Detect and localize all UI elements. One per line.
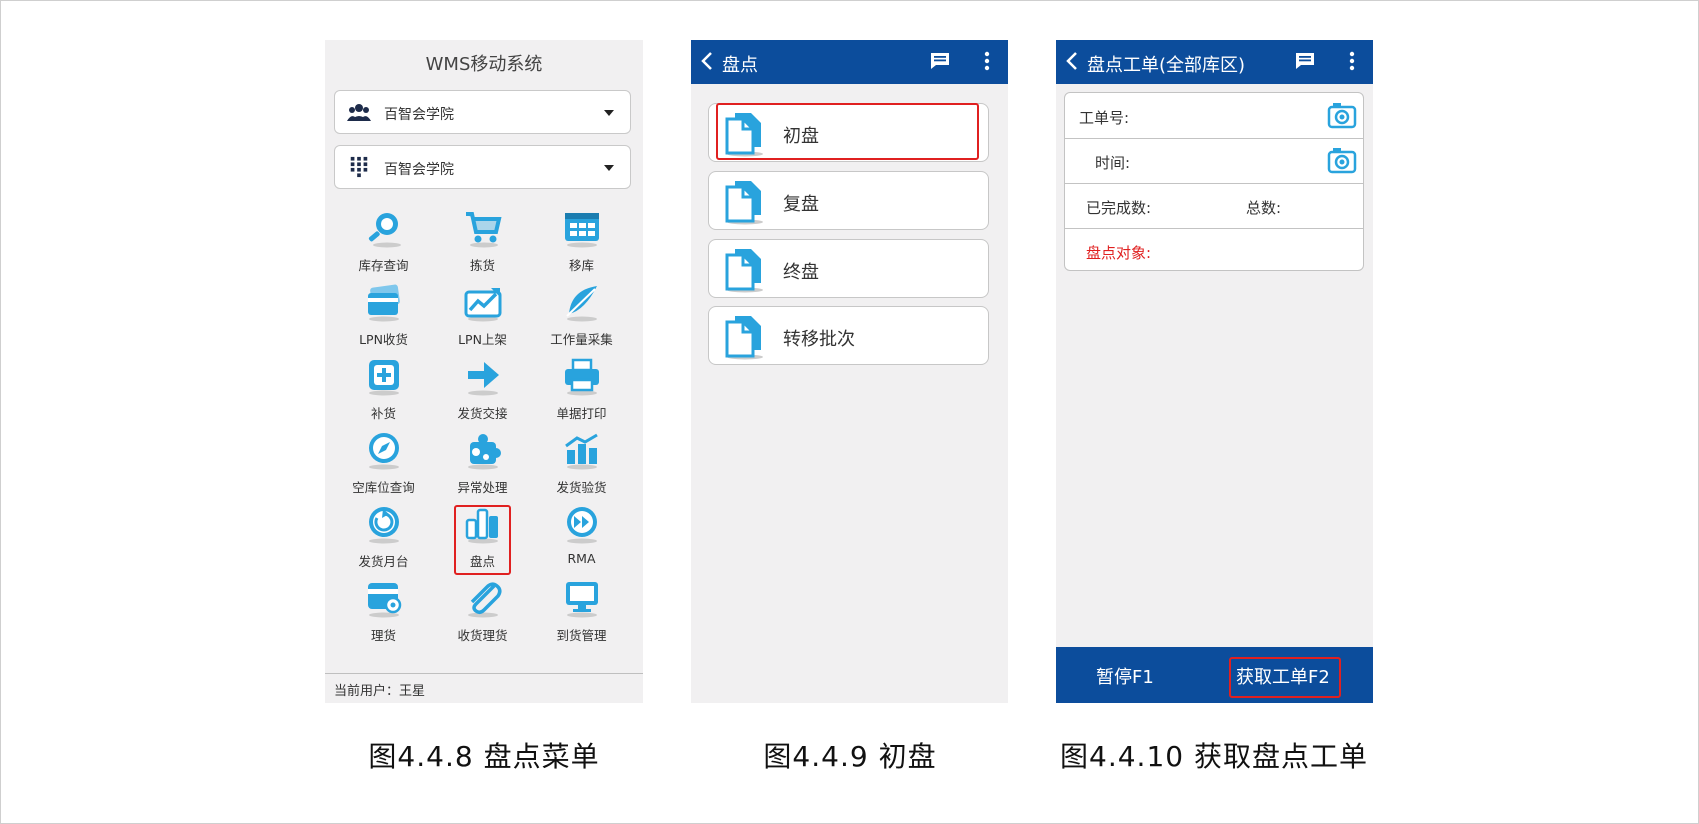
grid-item-exception-handling[interactable]: 异常处理 xyxy=(433,428,532,502)
app-bar: 盘点工单(全部库区) xyxy=(1056,40,1373,84)
plus-box-icon xyxy=(369,360,399,396)
paperclip-icon xyxy=(468,582,502,618)
caption-fig-4-4-9: 图4.4.9 初盘 xyxy=(763,740,937,773)
grid-item-move-stock[interactable]: 移库 xyxy=(532,206,631,280)
chevron-down-icon xyxy=(604,110,614,116)
compass-icon xyxy=(369,433,399,470)
feather-icon xyxy=(566,286,597,322)
highlight-initial-count xyxy=(716,103,979,160)
grid-item-delivery-inspection[interactable]: 发货验货 xyxy=(532,428,631,502)
phone-wms-menu: WMS移动系统 百智会学院 百智会学院 库存查询 拣货 移库 LPN收货 LPN… xyxy=(325,40,643,703)
grid-item-picking[interactable]: 拣货 xyxy=(433,206,532,280)
back-arrow-icon[interactable] xyxy=(1065,51,1079,71)
grid-item-delivery-handover[interactable]: 发货交接 xyxy=(433,354,532,428)
refresh-icon xyxy=(369,507,399,544)
time-label: 时间: xyxy=(1095,154,1131,172)
grid-item-tally[interactable]: 理货 xyxy=(334,576,433,650)
grid-item-lpn-receive[interactable]: LPN收货 xyxy=(334,280,433,354)
grid-item-inventory-query[interactable]: 库存查询 xyxy=(334,206,433,280)
phone-stocktake-menu: 盘点 初盘 复盘 终盘 转移批次 xyxy=(691,40,1008,703)
app-bar: 盘点 xyxy=(691,40,1008,84)
count-row: 已完成数: 总数: xyxy=(1065,183,1363,229)
printer-icon xyxy=(565,358,599,396)
cards-icon xyxy=(368,284,400,322)
grid-item-workload[interactable]: 工作量采集 xyxy=(532,280,631,354)
keypad-icon xyxy=(350,156,368,178)
monitor-icon xyxy=(566,582,598,618)
current-user-text: 当前用户：王星 xyxy=(334,684,426,699)
work-order-label: 工单号: xyxy=(1079,109,1130,127)
time-row[interactable]: 时间: xyxy=(1065,138,1363,184)
more-vertical-icon[interactable] xyxy=(1349,51,1355,71)
grid-item-delivery-dock[interactable]: 发货月台 xyxy=(334,502,433,576)
grid-box-icon xyxy=(565,213,599,248)
magnifier-icon xyxy=(368,213,401,248)
fast-forward-icon xyxy=(567,507,597,544)
grid-item-replenish[interactable]: 补货 xyxy=(334,354,433,428)
target-row: 盘点对象: xyxy=(1065,228,1363,273)
org-select-value: 百智会学院 xyxy=(384,107,454,123)
work-order-form: 工单号: 时间: 已完成数: 总数: 盘点对象: xyxy=(1064,92,1364,271)
page-title: 盘点 xyxy=(722,55,758,76)
warehouse-select-value: 百智会学院 xyxy=(384,162,454,178)
total-label: 总数: xyxy=(1246,199,1282,217)
bar-chart-icon xyxy=(565,433,598,470)
cart-icon xyxy=(466,212,502,248)
caption-fig-4-4-8: 图4.4.8 盘点菜单 xyxy=(368,740,600,773)
stocktake-target-label: 盘点对象: xyxy=(1086,244,1152,262)
chart-up-icon xyxy=(464,288,502,322)
highlight-fetch-button xyxy=(1229,657,1341,698)
message-icon[interactable] xyxy=(1295,52,1315,70)
document-icon xyxy=(725,249,763,293)
menu-item-transfer-batch[interactable]: 转移批次 xyxy=(708,306,989,365)
work-order-row[interactable]: 工单号: xyxy=(1065,93,1363,139)
current-user-bar: 当前用户：王星 xyxy=(325,673,643,703)
puzzle-icon xyxy=(468,434,501,470)
grid-item-doc-print[interactable]: 单据打印 xyxy=(532,354,631,428)
caption-fig-4-4-10: 图4.4.10 获取盘点工单 xyxy=(1060,740,1368,773)
users-icon xyxy=(347,104,371,121)
camera-icon[interactable] xyxy=(1327,146,1357,174)
menu-item-final-count[interactable]: 终盘 xyxy=(708,239,989,298)
phone-stocktake-work-order: 盘点工单(全部库区) 工单号: 时间: 已完成数: 总数: 盘点对象: 暂停F1… xyxy=(1056,40,1373,703)
arrow-right-icon xyxy=(468,362,499,396)
document-icon xyxy=(725,181,763,225)
grid-item-empty-location-query[interactable]: 空库位查询 xyxy=(334,428,433,502)
app-title: WMS移动系统 xyxy=(425,54,543,75)
back-arrow-icon[interactable] xyxy=(700,51,714,71)
grid-item-receive-tally[interactable]: 收货理货 xyxy=(433,576,532,650)
warehouse-select[interactable]: 百智会学院 xyxy=(334,145,631,189)
bottom-action-bar: 暂停F1 获取工单F2 xyxy=(1056,647,1373,703)
message-icon[interactable] xyxy=(930,52,950,70)
drive-icon xyxy=(368,583,402,618)
org-select[interactable]: 百智会学院 xyxy=(334,90,631,134)
document-icon xyxy=(725,316,763,360)
pause-button[interactable]: 暂停F1 xyxy=(1096,663,1154,689)
menu-item-recount[interactable]: 复盘 xyxy=(708,171,989,230)
completed-label: 已完成数: xyxy=(1086,199,1152,217)
page-title: 盘点工单(全部库区) xyxy=(1087,55,1246,76)
grid-item-arrival-management[interactable]: 到货管理 xyxy=(532,576,631,650)
more-vertical-icon[interactable] xyxy=(984,51,990,71)
camera-icon[interactable] xyxy=(1327,101,1357,129)
highlight-stocktake xyxy=(454,505,511,575)
grid-item-lpn-putaway[interactable]: LPN上架 xyxy=(433,280,532,354)
grid-item-rma[interactable]: RMA xyxy=(532,502,631,576)
chevron-down-icon xyxy=(604,165,614,171)
